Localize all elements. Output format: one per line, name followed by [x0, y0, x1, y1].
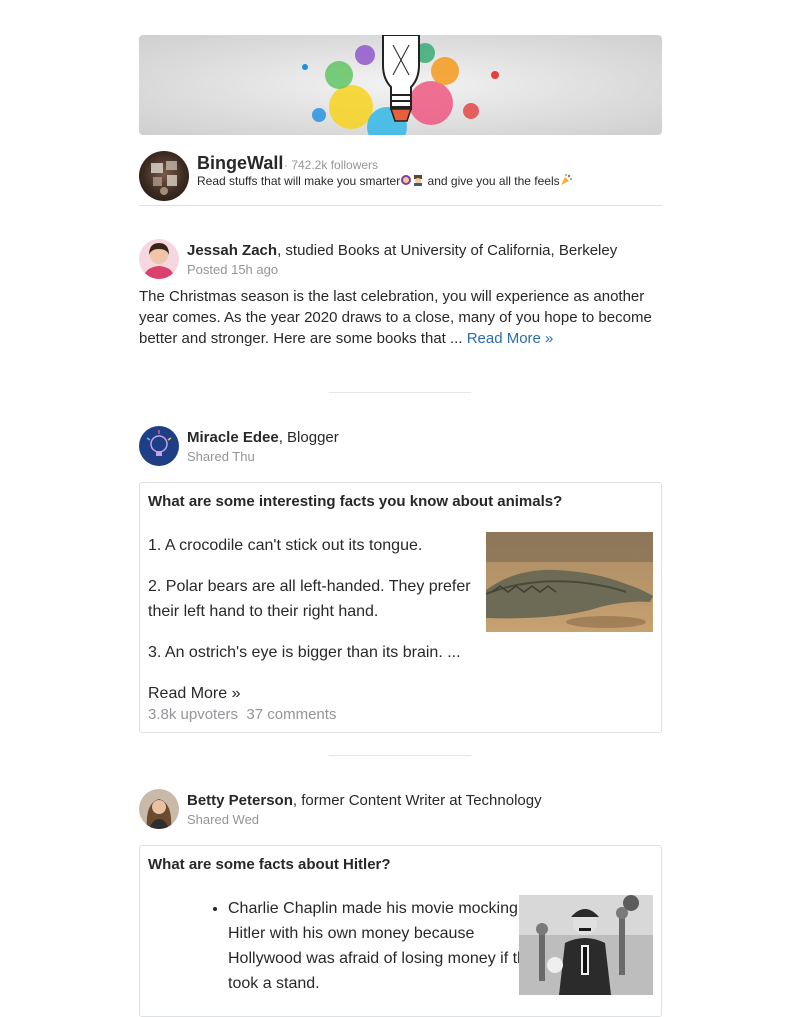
- space-description: Read stuffs that will make you smarter a…: [197, 174, 572, 188]
- post-body-text: The Christmas season is the last celebra…: [139, 288, 652, 347]
- author-avatar[interactable]: [139, 239, 179, 279]
- author-name[interactable]: Miracle Edee: [187, 429, 279, 446]
- question-title[interactable]: What are some facts about Hitler?: [148, 856, 391, 873]
- answer-bullet: Charlie Chaplin made his movie mocking H…: [228, 896, 548, 996]
- author-name[interactable]: Betty Peterson: [187, 792, 293, 809]
- post-author-line: Jessah Zach, studied Books at University…: [187, 242, 617, 259]
- author-name[interactable]: Jessah Zach: [187, 242, 277, 259]
- answer-bullet-list: Charlie Chaplin made his movie mocking H…: [188, 896, 548, 996]
- read-more-link[interactable]: Read More »: [148, 681, 241, 706]
- space-description-text-1: Read stuffs that will make you smarter: [197, 174, 401, 188]
- space-banner-image: [139, 35, 662, 135]
- author-credential: , former Content Writer at Technology: [292, 792, 542, 809]
- feed-divider: [329, 392, 471, 393]
- space-title[interactable]: BingeWall: [197, 153, 283, 174]
- woman-emoji-icon: [400, 174, 412, 186]
- answer-fact: 1. A crocodile can't stick out its tongu…: [148, 537, 423, 554]
- post-timestamp[interactable]: Shared Wed: [187, 812, 259, 827]
- post-timestamp[interactable]: Shared Thu: [187, 449, 255, 464]
- chaplin-photo: [519, 895, 653, 995]
- space-description-text-2: and give you all the feels: [424, 174, 560, 188]
- crocodile-image: [486, 532, 653, 632]
- shared-answer-card[interactable]: What are some facts about Hitler? Charli…: [139, 845, 662, 1017]
- post-timestamp[interactable]: Posted 15h ago: [187, 262, 278, 277]
- feed-divider: [329, 755, 471, 756]
- comments-count[interactable]: 37 comments: [246, 706, 336, 723]
- space-header: BingeWall · 742.2k followers Read stuffs…: [139, 151, 662, 206]
- author-credential: , studied Books at University of Califor…: [277, 242, 618, 259]
- question-title[interactable]: What are some interesting facts you know…: [148, 493, 562, 510]
- answer-fact: 3. An ostrich's eye is bigger than its b…: [148, 644, 461, 661]
- post-author-line: Miracle Edee, Blogger: [187, 429, 339, 446]
- space-avatar[interactable]: [139, 151, 189, 201]
- post-author-line: Betty Peterson, former Content Writer at…: [187, 792, 542, 809]
- upvoters-count[interactable]: 3.8k upvoters: [148, 706, 238, 723]
- author-credential: , Blogger: [278, 429, 339, 446]
- answer-fact: 2. Polar bears are all left-handed. They…: [148, 578, 471, 620]
- answer-stats: 3.8k upvoters 37 comments: [148, 706, 336, 723]
- author-avatar[interactable]: [139, 789, 179, 829]
- read-more-link[interactable]: Read More »: [467, 330, 554, 347]
- detective-emoji-icon: [412, 174, 424, 186]
- author-avatar[interactable]: [139, 426, 179, 466]
- space-followers-count: · 742.2k followers: [284, 158, 379, 172]
- party-popper-emoji-icon: [560, 174, 572, 186]
- post-body: The Christmas season is the last celebra…: [139, 286, 662, 349]
- shared-answer-card[interactable]: What are some interesting facts you know…: [139, 482, 662, 733]
